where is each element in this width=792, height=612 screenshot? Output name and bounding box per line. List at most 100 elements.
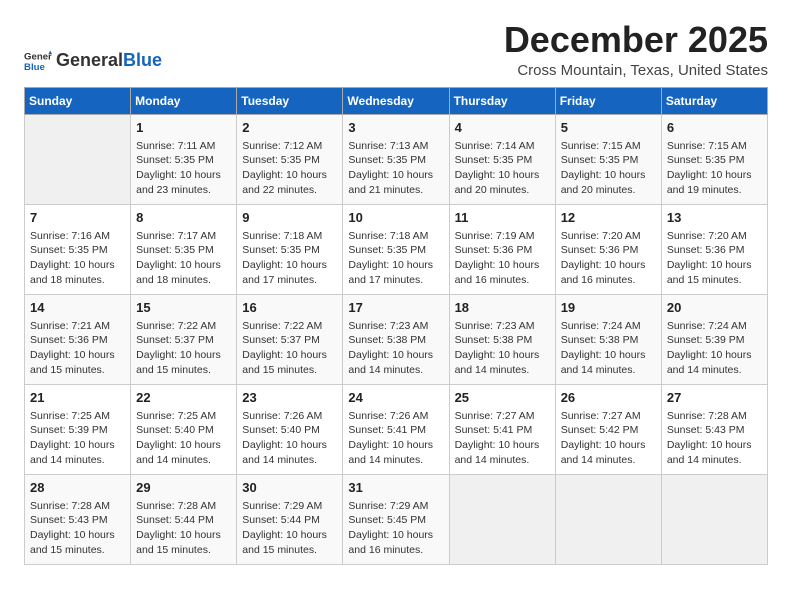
day-info-line: Sunset: 5:35 PM bbox=[30, 243, 125, 258]
day-info-line: Daylight: 10 hours bbox=[242, 258, 337, 273]
day-number: 15 bbox=[136, 299, 231, 317]
calendar-cell: 1Sunrise: 7:11 AMSunset: 5:35 PMDaylight… bbox=[131, 114, 237, 204]
day-number: 27 bbox=[667, 389, 762, 407]
day-info-line: and 15 minutes. bbox=[242, 363, 337, 378]
day-info-line: Sunrise: 7:22 AM bbox=[242, 319, 337, 334]
day-number: 22 bbox=[136, 389, 231, 407]
calendar-header-row: Sunday Monday Tuesday Wednesday Thursday… bbox=[25, 87, 768, 114]
day-info-line: Sunset: 5:40 PM bbox=[242, 423, 337, 438]
day-info-line: and 15 minutes. bbox=[30, 543, 125, 558]
day-info-line: and 15 minutes. bbox=[242, 543, 337, 558]
day-info-line: and 19 minutes. bbox=[667, 183, 762, 198]
calendar-cell: 5Sunrise: 7:15 AMSunset: 5:35 PMDaylight… bbox=[555, 114, 661, 204]
day-info-line: Sunset: 5:39 PM bbox=[30, 423, 125, 438]
day-info-line: and 14 minutes. bbox=[136, 453, 231, 468]
day-number: 26 bbox=[561, 389, 656, 407]
col-saturday: Saturday bbox=[661, 87, 767, 114]
day-number: 18 bbox=[455, 299, 550, 317]
day-info-line: and 14 minutes. bbox=[242, 453, 337, 468]
day-info-line: and 15 minutes. bbox=[667, 273, 762, 288]
col-tuesday: Tuesday bbox=[237, 87, 343, 114]
day-info-line: Daylight: 10 hours bbox=[561, 258, 656, 273]
day-info-line: and 18 minutes. bbox=[30, 273, 125, 288]
calendar-cell: 13Sunrise: 7:20 AMSunset: 5:36 PMDayligh… bbox=[661, 204, 767, 294]
calendar-cell bbox=[555, 474, 661, 564]
day-info-line: Sunset: 5:35 PM bbox=[136, 243, 231, 258]
day-info-line: Sunrise: 7:11 AM bbox=[136, 139, 231, 154]
page-header: General Blue GeneralBlue December 2025 C… bbox=[24, 20, 768, 79]
day-info-line: Sunset: 5:35 PM bbox=[242, 153, 337, 168]
calendar-cell: 8Sunrise: 7:17 AMSunset: 5:35 PMDaylight… bbox=[131, 204, 237, 294]
day-info-line: Sunrise: 7:25 AM bbox=[30, 409, 125, 424]
day-info-line: Daylight: 10 hours bbox=[561, 348, 656, 363]
col-monday: Monday bbox=[131, 87, 237, 114]
day-number: 1 bbox=[136, 119, 231, 137]
day-info-line: and 14 minutes. bbox=[561, 453, 656, 468]
calendar-cell: 2Sunrise: 7:12 AMSunset: 5:35 PMDaylight… bbox=[237, 114, 343, 204]
day-number: 29 bbox=[136, 479, 231, 497]
day-info-line: and 14 minutes. bbox=[667, 453, 762, 468]
day-info-line: Daylight: 10 hours bbox=[667, 258, 762, 273]
day-info-line: Sunset: 5:40 PM bbox=[136, 423, 231, 438]
day-info-line: Sunrise: 7:27 AM bbox=[455, 409, 550, 424]
day-info-line: Sunrise: 7:28 AM bbox=[30, 499, 125, 514]
day-info-line: Daylight: 10 hours bbox=[561, 168, 656, 183]
day-info-line: Sunset: 5:44 PM bbox=[242, 513, 337, 528]
calendar-cell bbox=[661, 474, 767, 564]
svg-text:Blue: Blue bbox=[24, 61, 45, 72]
day-info-line: Sunset: 5:37 PM bbox=[242, 333, 337, 348]
day-info-line: Sunset: 5:44 PM bbox=[136, 513, 231, 528]
calendar-cell: 15Sunrise: 7:22 AMSunset: 5:37 PMDayligh… bbox=[131, 294, 237, 384]
day-info-line: and 17 minutes. bbox=[242, 273, 337, 288]
calendar-cell: 29Sunrise: 7:28 AMSunset: 5:44 PMDayligh… bbox=[131, 474, 237, 564]
day-info-line: Sunset: 5:37 PM bbox=[136, 333, 231, 348]
day-info-line: Sunset: 5:43 PM bbox=[667, 423, 762, 438]
day-info-line: Sunrise: 7:27 AM bbox=[561, 409, 656, 424]
logo: General Blue GeneralBlue bbox=[24, 47, 162, 75]
day-info-line: Sunrise: 7:25 AM bbox=[136, 409, 231, 424]
day-info-line: Daylight: 10 hours bbox=[242, 348, 337, 363]
day-info-line: Daylight: 10 hours bbox=[30, 348, 125, 363]
day-info-line: Daylight: 10 hours bbox=[455, 258, 550, 273]
day-info-line: Sunrise: 7:13 AM bbox=[348, 139, 443, 154]
day-info-line: Daylight: 10 hours bbox=[348, 528, 443, 543]
calendar-cell: 26Sunrise: 7:27 AMSunset: 5:42 PMDayligh… bbox=[555, 384, 661, 474]
calendar-cell: 16Sunrise: 7:22 AMSunset: 5:37 PMDayligh… bbox=[237, 294, 343, 384]
day-info-line: Sunset: 5:35 PM bbox=[242, 243, 337, 258]
day-number: 23 bbox=[242, 389, 337, 407]
col-sunday: Sunday bbox=[25, 87, 131, 114]
day-info-line: Sunset: 5:41 PM bbox=[455, 423, 550, 438]
day-info-line: Daylight: 10 hours bbox=[348, 168, 443, 183]
day-number: 2 bbox=[242, 119, 337, 137]
day-number: 21 bbox=[30, 389, 125, 407]
day-info-line: and 14 minutes. bbox=[348, 363, 443, 378]
calendar-week-row: 21Sunrise: 7:25 AMSunset: 5:39 PMDayligh… bbox=[25, 384, 768, 474]
calendar-cell: 9Sunrise: 7:18 AMSunset: 5:35 PMDaylight… bbox=[237, 204, 343, 294]
day-info-line: and 15 minutes. bbox=[136, 363, 231, 378]
calendar-cell: 12Sunrise: 7:20 AMSunset: 5:36 PMDayligh… bbox=[555, 204, 661, 294]
calendar-cell: 4Sunrise: 7:14 AMSunset: 5:35 PMDaylight… bbox=[449, 114, 555, 204]
day-info-line: Sunrise: 7:15 AM bbox=[667, 139, 762, 154]
calendar-cell: 30Sunrise: 7:29 AMSunset: 5:44 PMDayligh… bbox=[237, 474, 343, 564]
logo-general-text: General bbox=[56, 50, 123, 70]
day-info-line: Sunrise: 7:21 AM bbox=[30, 319, 125, 334]
day-info-line: Daylight: 10 hours bbox=[455, 438, 550, 453]
day-info-line: and 16 minutes. bbox=[561, 273, 656, 288]
month-title: December 2025 bbox=[162, 20, 768, 60]
day-number: 14 bbox=[30, 299, 125, 317]
day-info-line: and 21 minutes. bbox=[348, 183, 443, 198]
day-info-line: Sunrise: 7:18 AM bbox=[242, 229, 337, 244]
day-info-line: Sunset: 5:45 PM bbox=[348, 513, 443, 528]
day-info-line: Daylight: 10 hours bbox=[561, 438, 656, 453]
calendar-cell: 19Sunrise: 7:24 AMSunset: 5:38 PMDayligh… bbox=[555, 294, 661, 384]
day-info-line: and 23 minutes. bbox=[136, 183, 231, 198]
day-info-line: Sunrise: 7:19 AM bbox=[455, 229, 550, 244]
day-info-line: Sunrise: 7:26 AM bbox=[348, 409, 443, 424]
day-info-line: Daylight: 10 hours bbox=[30, 258, 125, 273]
day-info-line: Sunset: 5:36 PM bbox=[561, 243, 656, 258]
day-info-line: Sunset: 5:41 PM bbox=[348, 423, 443, 438]
calendar-cell: 28Sunrise: 7:28 AMSunset: 5:43 PMDayligh… bbox=[25, 474, 131, 564]
day-info-line: Sunrise: 7:17 AM bbox=[136, 229, 231, 244]
day-info-line: Daylight: 10 hours bbox=[30, 528, 125, 543]
calendar-cell: 27Sunrise: 7:28 AMSunset: 5:43 PMDayligh… bbox=[661, 384, 767, 474]
